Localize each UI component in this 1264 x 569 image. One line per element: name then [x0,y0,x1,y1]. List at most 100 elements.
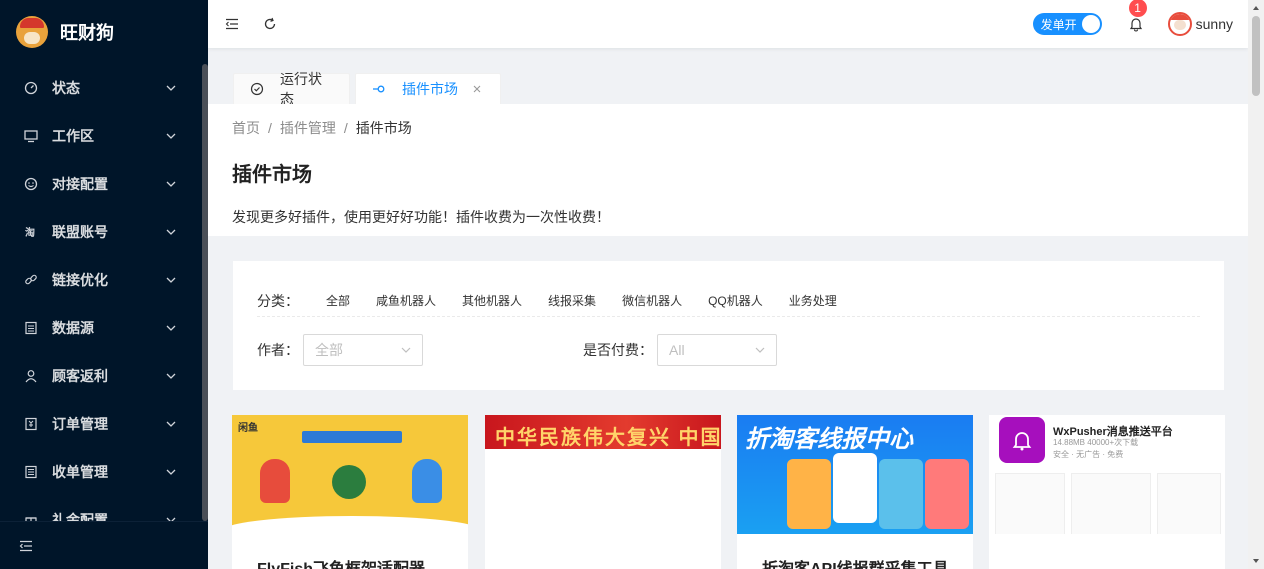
close-icon[interactable] [472,84,482,94]
breadcrumb-separator: / [268,120,272,136]
sidebar-item-integration[interactable]: 对接配置 [0,160,200,208]
category-business[interactable]: 业务处理 [789,292,837,309]
paid-label: 是否付费： [583,342,653,358]
author-select-value: 全部 [315,342,343,358]
gift-icon [24,513,38,521]
menu-fold-icon[interactable] [224,16,240,32]
taobao-icon: 淘 [24,225,38,239]
svg-text:淘: 淘 [25,226,35,239]
paid-select[interactable]: All [657,334,777,366]
chevron-down-icon [166,467,176,477]
header-right: 发单开 1 sunny [1032,0,1233,36]
chevron-down-icon [166,227,176,237]
sidebar-item-datasource[interactable]: 数据源 [0,304,200,352]
sidebar-item-label: 顾客返利 [52,368,108,384]
category-filter: 分类： 全部 咸鱼机器人 其他机器人 线报采集 微信机器人 QQ机器人 业务处理 [257,291,1200,317]
category-xianyu-bot[interactable]: 咸鱼机器人 [376,292,436,309]
sidebar-item-orders[interactable]: 订单管理 [0,400,200,448]
cover-text: 中华民族伟大复兴 中国梦 [495,427,721,449]
notification-button[interactable]: 1 [1127,0,1148,32]
chevron-down-icon [755,345,765,355]
page-scrollbar[interactable] [1248,0,1264,569]
app-meta: 14.88MB 40000+次下载 [1053,438,1139,447]
chevron-down-icon [166,179,176,189]
sidebar-item-rebate[interactable]: 顾客返利 [0,352,200,400]
bell-icon [999,417,1045,463]
app-tags: 安全 · 无广告 · 免费 [1053,450,1124,459]
link-icon [24,273,38,287]
sidebar-item-label: 收单管理 [52,464,108,480]
category-qq-bot[interactable]: QQ机器人 [708,292,763,309]
cover-text: 折淘客线报中心 [745,426,913,453]
switch-knob [1081,15,1100,33]
breadcrumb: 首页 / 插件管理 / 插件市场 [232,118,1224,138]
sidebar-item-workspace[interactable]: 工作区 [0,112,200,160]
plugin-card[interactable]: 中华民族伟大复兴 中国梦 [485,415,721,569]
chevron-down-icon [166,371,176,381]
notification-badge: 1 [1127,0,1148,18]
bell-icon [1129,18,1142,32]
scroll-up-icon[interactable] [1252,4,1260,12]
plugin-cover-image: 中华民族伟大复兴 中国梦 [485,415,721,449]
receipt-icon [24,465,38,479]
chevron-down-icon [166,275,176,285]
sidebar-item-gift[interactable]: 礼金配置 [0,496,200,521]
plugin-title: 折淘客API线报群采集工具 [762,555,949,569]
category-other-bot[interactable]: 其他机器人 [462,292,522,309]
switch-label: 发单开 [1040,17,1077,32]
tab-plugin-market[interactable]: 插件市场 [355,73,501,104]
sidebar-collapse-button[interactable] [0,521,208,569]
sidebar-item-link-opt[interactable]: 链接优化 [0,256,200,304]
sidebar-item-status[interactable]: 状态 [0,64,200,112]
tab-label: 运行状态 [280,71,322,107]
user-menu[interactable]: sunny [1167,12,1233,36]
sidebar: 旺财狗 状态 工作区 对接配置 淘 联盟账号 链接优化 数据源 顾客返利 订单管… [0,0,208,569]
sidebar-item-label: 订单管理 [52,416,108,432]
author-select[interactable]: 全部 [303,334,423,366]
tab-run-status[interactable]: 运行状态 [233,71,350,107]
sidebar-item-receipts[interactable]: 收单管理 [0,448,200,496]
breadcrumb-plugin-manage[interactable]: 插件管理 [280,118,336,138]
category-all[interactable]: 全部 [326,292,350,309]
database-icon [24,321,38,335]
dispatch-switch[interactable]: 发单开 [1032,13,1102,35]
plugin-card[interactable]: 闲鱼 FlyFish飞鱼框架适配器 [232,415,468,569]
app-name: 旺财狗 [60,23,114,43]
plugin-card[interactable]: 折淘客线报中心 折淘客API线报群采集工具 [737,415,973,569]
reload-icon[interactable] [262,16,278,32]
sidebar-item-label: 联盟账号 [52,224,108,240]
sidebar-menu: 状态 工作区 对接配置 淘 联盟账号 链接优化 数据源 顾客返利 订单管理 收单… [0,64,200,521]
chevron-down-icon [166,131,176,141]
scrollbar-thumb[interactable] [1252,16,1260,96]
tab-label: 插件市场 [402,81,458,97]
cover-logo: 闲鱼 [238,423,258,434]
plugin-card[interactable]: WxPusher消息推送平台 14.88MB 40000+次下载 安全 · 无广… [989,415,1225,569]
brand[interactable]: 旺财狗 [0,0,208,64]
dashboard-icon [24,81,38,95]
paid-select-value: All [669,342,685,358]
menu-fold-icon [18,538,34,554]
filter-card: 分类： 全部 咸鱼机器人 其他机器人 线报采集 微信机器人 QQ机器人 业务处理… [233,261,1224,390]
chevron-down-icon [401,345,411,355]
chevron-down-icon [166,419,176,429]
category-wechat-bot[interactable]: 微信机器人 [622,292,682,309]
desktop-icon [24,129,38,143]
sidebar-item-label: 链接优化 [52,272,108,288]
breadcrumb-home[interactable]: 首页 [232,118,260,138]
page-header: 首页 / 插件管理 / 插件市场 插件市场 发现更多好插件，使用更好好功能！插件… [208,104,1248,236]
category-deal-collect[interactable]: 线报采集 [548,292,596,309]
dog-logo-icon [16,16,48,48]
page-title: 插件市场 [232,164,312,186]
category-label: 分类： [257,292,299,309]
user-icon [24,369,38,383]
plugin-cover-image: 闲鱼 [232,415,468,534]
plugin-icon [372,82,386,96]
chevron-down-icon [166,323,176,333]
plugin-title: FlyFish飞鱼框架适配器 [257,555,425,569]
sidebar-item-label: 数据源 [52,320,94,336]
author-label: 作者： [257,342,299,358]
scroll-down-icon[interactable] [1252,557,1260,565]
breadcrumb-separator: / [343,120,348,136]
chevron-down-icon [166,83,176,93]
sidebar-item-alliance[interactable]: 淘 联盟账号 [0,208,200,256]
